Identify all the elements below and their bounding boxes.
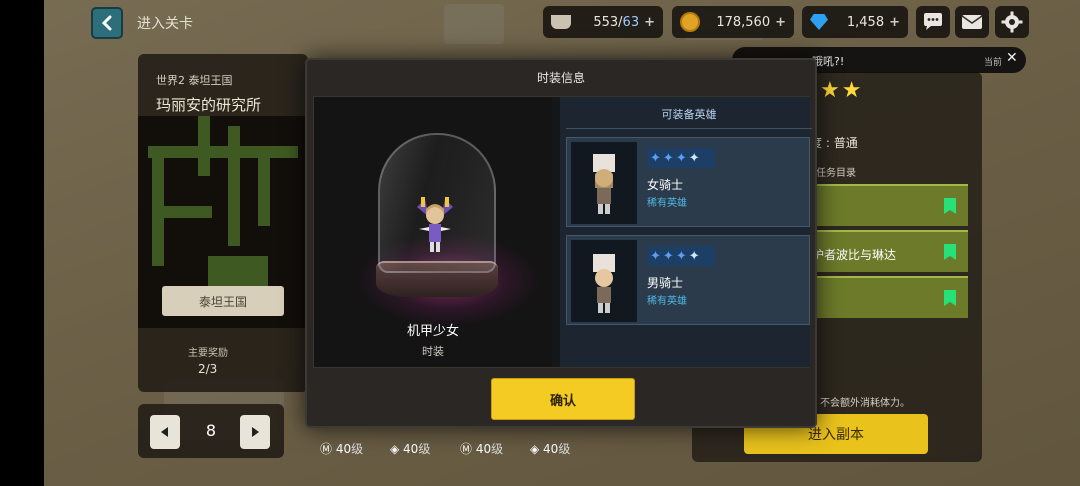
hero-rarity: 稀有英雄 bbox=[647, 296, 687, 307]
costume-name: 机甲少女 bbox=[406, 324, 459, 339]
party-slot[interactable]: Ⓜ 40级 bbox=[320, 440, 363, 457]
star-icon: ✦ bbox=[675, 248, 687, 264]
back-button[interactable] bbox=[91, 7, 123, 39]
male-knight-sprite bbox=[593, 254, 615, 313]
hero-portrait bbox=[571, 142, 637, 224]
party-slot[interactable]: Ⓜ 40级 bbox=[460, 440, 503, 457]
coffee-icon bbox=[551, 15, 571, 29]
triangle-right-icon bbox=[252, 427, 259, 437]
star-icon: ✦ bbox=[675, 150, 687, 166]
reward-label: 主要奖励 bbox=[188, 348, 228, 359]
bookmark-icon bbox=[944, 198, 956, 214]
mission-item bbox=[812, 276, 968, 318]
party-slot[interactable]: ◈ 40级 bbox=[530, 440, 570, 457]
hero-rarity: 稀有英雄 bbox=[647, 198, 687, 209]
dialog-body: 机甲少女 时装 可装备英雄 ✦ ✦ ✦ ✦ 女骑士 稀有英雄 ✦ ✦ ✦ ✦ 男… bbox=[313, 96, 812, 368]
hero-name: 女骑士 bbox=[647, 178, 684, 192]
costume-type: 时装 bbox=[422, 345, 444, 358]
star-icon: ✦ bbox=[662, 248, 674, 264]
hero-card[interactable]: ✦ ✦ ✦ ✦ 女骑士 稀有英雄 bbox=[566, 137, 810, 227]
stage-stepper: 8 bbox=[138, 404, 284, 458]
gear-icon bbox=[1001, 11, 1023, 33]
mission-item: 护者波比与琳达 bbox=[812, 230, 968, 272]
stamina-note: 不会额外消耗体力。 bbox=[820, 398, 910, 409]
costume-preview: 机甲少女 时装 bbox=[314, 97, 552, 367]
class-icon: ◈ bbox=[390, 442, 404, 456]
next-stage-button[interactable] bbox=[240, 415, 270, 449]
bookmark-icon bbox=[944, 290, 956, 306]
mission-item bbox=[812, 184, 968, 226]
gold-value: 178,560 bbox=[716, 14, 771, 30]
mech-girl-sprite bbox=[417, 197, 453, 252]
stage-info-panel: 世界2 泰坦王国 玛丽安的研究所 泰坦王国 主要奖励 2/3 bbox=[138, 54, 308, 392]
add-stamina-icon[interactable]: + bbox=[644, 15, 655, 30]
difficulty-value: 普通 bbox=[833, 136, 858, 150]
settings-button[interactable] bbox=[995, 6, 1029, 38]
add-gem-icon[interactable]: + bbox=[889, 15, 900, 30]
class-icon: Ⓜ bbox=[460, 442, 476, 456]
star-rating-icon: ★★ bbox=[820, 78, 864, 103]
page-title: 进入关卡 bbox=[137, 16, 193, 32]
previous-stage-button[interactable] bbox=[150, 415, 180, 449]
hero-portrait bbox=[571, 240, 637, 322]
gold-coin-icon bbox=[680, 12, 700, 32]
map-decoration bbox=[444, 4, 504, 44]
stamina-max: 63 bbox=[622, 14, 640, 30]
dialog-title: 时装信息 bbox=[536, 70, 585, 85]
banner-current: 当前 bbox=[984, 58, 1003, 68]
region-tab[interactable]: 泰坦王国 bbox=[162, 286, 284, 316]
reward-count: 2/3 bbox=[198, 362, 218, 376]
mission-text: 护者波比与琳达 bbox=[812, 248, 897, 262]
gem-icon bbox=[810, 14, 828, 30]
class-icon: ◈ bbox=[530, 442, 544, 456]
mission-label: 任务目录 bbox=[816, 168, 856, 179]
world-label: 世界2 泰坦王国 bbox=[156, 74, 233, 87]
star-icon: ✦ bbox=[688, 248, 700, 264]
star-rating: ✦ ✦ ✦ ✦ bbox=[647, 246, 715, 266]
costume-info-dialog: 时装信息 机甲少女 时装 可装备英雄 ✦ ✦ ✦ ✦ 女骑士 稀有英雄 ✦ ✦ … bbox=[305, 58, 817, 428]
star-icon: ✦ bbox=[650, 150, 661, 166]
mail-button[interactable] bbox=[955, 6, 989, 38]
gem-counter[interactable]: 1,458 + bbox=[802, 6, 908, 38]
star-icon: ✦ bbox=[662, 150, 674, 166]
gem-value: 1,458 bbox=[846, 14, 885, 30]
close-icon[interactable]: ✕ bbox=[1006, 50, 1018, 66]
chevron-left-icon bbox=[101, 15, 112, 31]
compatible-heroes-panel: 可装备英雄 ✦ ✦ ✦ ✦ 女骑士 稀有英雄 ✦ ✦ ✦ ✦ 男骑士 稀有英雄 bbox=[560, 97, 812, 367]
hero-name: 男骑士 bbox=[647, 276, 684, 290]
stage-name: 玛丽安的研究所 bbox=[156, 96, 262, 114]
party-slot[interactable]: ◈ 40级 bbox=[390, 440, 430, 457]
stamina-counter[interactable]: 553/63 + bbox=[543, 6, 663, 38]
left-letterbox bbox=[0, 0, 44, 486]
female-knight-sprite bbox=[593, 154, 615, 214]
star-rating: ✦ ✦ ✦ ✦ bbox=[647, 148, 715, 168]
heroes-header: 可装备英雄 bbox=[566, 99, 812, 129]
add-gold-icon[interactable]: + bbox=[775, 15, 786, 30]
bookmark-icon bbox=[944, 244, 956, 260]
hero-card[interactable]: ✦ ✦ ✦ ✦ 男骑士 稀有英雄 bbox=[566, 235, 810, 325]
star-icon: ✦ bbox=[650, 248, 661, 264]
confirm-button[interactable]: 确认 bbox=[491, 378, 635, 420]
chat-button[interactable] bbox=[916, 6, 950, 38]
class-icon: Ⓜ bbox=[320, 442, 336, 456]
gold-counter[interactable]: 178,560 + bbox=[672, 6, 794, 38]
chat-bubble-icon bbox=[924, 13, 942, 30]
stamina-value: 553/ bbox=[593, 14, 623, 30]
star-icon: ✦ bbox=[688, 150, 700, 166]
mail-icon bbox=[961, 15, 983, 29]
triangle-left-icon bbox=[161, 427, 168, 437]
stage-number: 8 bbox=[205, 421, 217, 440]
